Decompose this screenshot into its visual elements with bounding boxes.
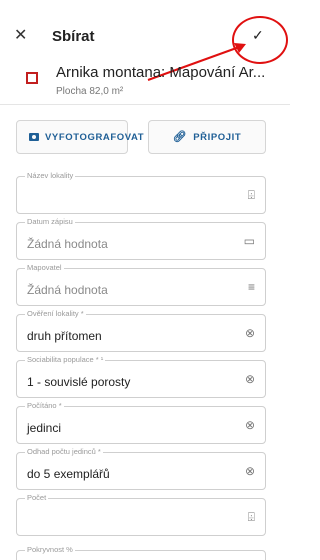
clear-icon[interactable]: ⊗ [245,465,255,477]
field-site-verification[interactable]: Ověření lokality * druh přítomen ⊗ [16,309,266,352]
field-label: Počet [25,493,49,503]
field-value: do 5 exemplářů [27,467,110,481]
camera-icon [29,133,39,141]
paperclip-icon: 🔗︎ [172,130,188,143]
field-label: Počítáno * [25,401,64,411]
field-label: Název lokality [25,171,76,181]
divider [0,104,290,105]
field-value: jedinci [27,421,62,435]
clear-icon[interactable]: ⊗ [245,327,255,339]
feature-name: Arnika montana: Mapování Ar... [56,64,266,81]
field-value: Žádná hodnota [27,283,108,297]
take-photo-label: VYFOTOGRAFOVAT [45,131,145,143]
feature-info: Arnika montana: Mapování Ar... Plocha 82… [0,58,290,108]
polygon-feature-icon [26,72,38,84]
field-label: Sociabilita populace * ¹ [25,355,106,365]
field-count[interactable]: Počet ⌹ [16,493,266,536]
field-mapper[interactable]: Mapovatel Žádná hodnota ≡ [16,263,266,306]
header-bar: ✕ Sbírat ✓ [0,0,290,64]
clear-icon[interactable]: ⊗ [245,373,255,385]
field-counted[interactable]: Počítáno * jedinci ⊗ [16,401,266,444]
attach-label: PŘIPOJIT [193,131,242,143]
page-title: Sbírat [52,28,95,45]
calendar-icon[interactable]: ▭ [244,235,255,247]
attach-button[interactable]: 🔗︎ PŘIPOJIT [148,120,266,154]
field-count-estimate[interactable]: Odhad počtu jedinců * do 5 exemplářů ⊗ [16,447,266,490]
field-value: 1 - souvislé porosty [27,375,131,389]
field-record-date[interactable]: Datum zápisu Žádná hodnota ▭ [16,217,266,260]
field-coverage[interactable]: Pokryvnost % [16,545,266,560]
list-icon[interactable]: ≡ [248,281,255,293]
clear-icon[interactable]: ⊗ [245,419,255,431]
field-site-name[interactable]: Název lokality ⌹ [16,171,266,214]
field-sociability[interactable]: Sociabilita populace * ¹ 1 - souvislé po… [16,355,266,398]
field-label: Odhad počtu jedinců * [25,447,103,457]
field-value: druh přítomen [27,329,102,343]
field-label: Ověření lokality * [25,309,86,319]
barcode-scan-icon[interactable]: ⌹ [248,511,255,523]
take-photo-button[interactable]: VYFOTOGRAFOVAT [16,120,145,154]
field-label: Mapovatel [25,263,64,273]
field-value: Žádná hodnota [27,237,108,251]
check-icon[interactable]: ✓ [252,28,264,42]
barcode-scan-icon[interactable]: ⌹ [248,189,255,201]
field-label: Datum zápisu [25,217,75,227]
feature-area: Plocha 82,0 m² [56,86,124,97]
field-label: Pokryvnost % [25,545,75,555]
close-icon[interactable]: ✕ [14,28,27,44]
